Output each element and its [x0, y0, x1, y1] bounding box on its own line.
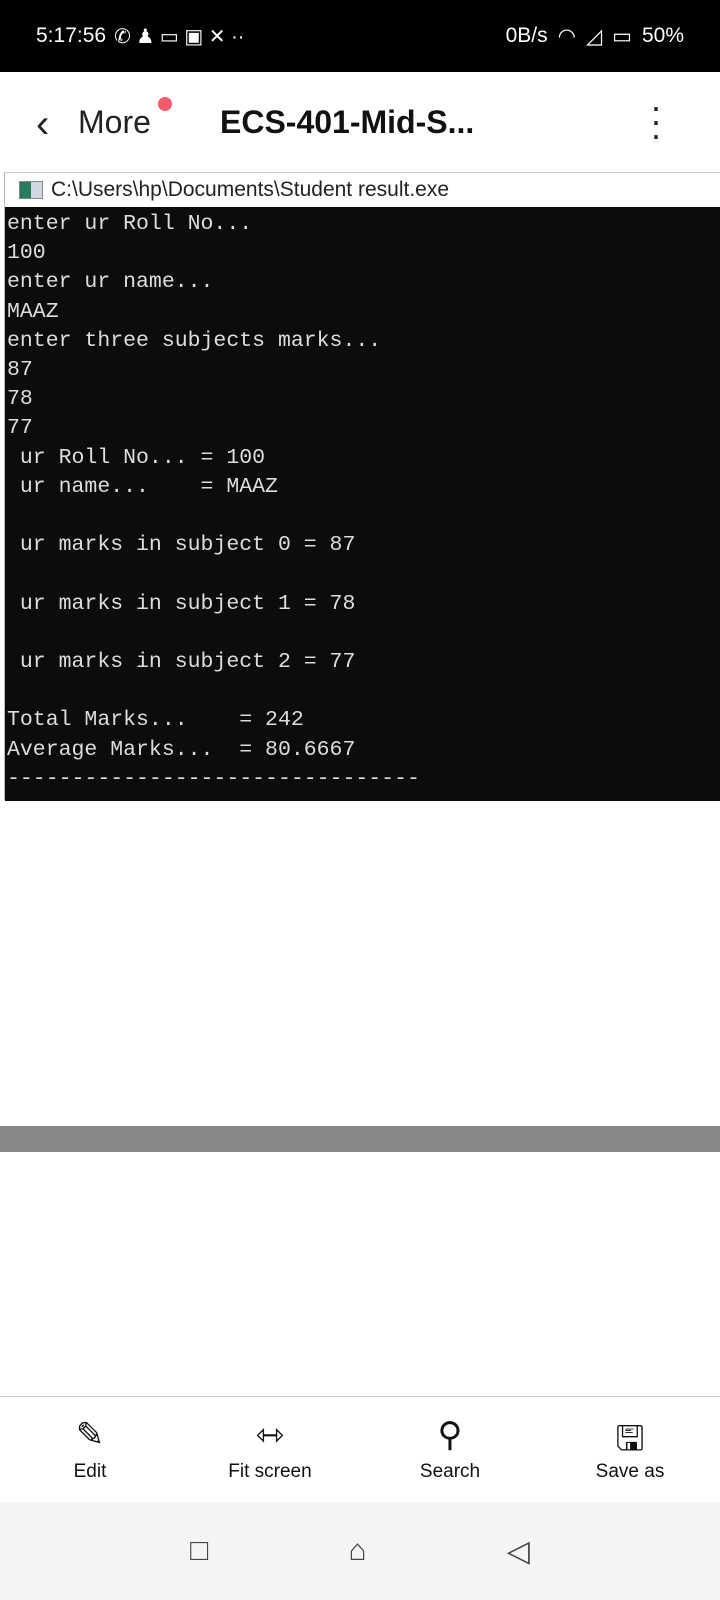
clock: 5:17:56 [36, 24, 107, 47]
console-line: MAAZ [7, 299, 59, 324]
search-label: Search [419, 1461, 481, 1482]
edit-button[interactable]: ✎ Edit [0, 1397, 180, 1500]
fit-screen-label: Fit screen [228, 1461, 312, 1482]
signal-icon: ◿ [585, 24, 603, 48]
console-line: -------------------------------- [7, 766, 420, 791]
edit-label: Edit [73, 1461, 107, 1482]
recents-button[interactable]: □ [190, 1534, 208, 1568]
status-bar: 5:17:56 ✆ ♟ ▭ ▣ ✕ ·· 0B/s ◠ ◿ ▭ 50% [0, 0, 720, 72]
console-line: enter three subjects marks... [7, 328, 382, 353]
console-line: ur marks in subject 2 = 77 [7, 650, 356, 674]
window-titlebar: C:\Users\hp\Documents\Student result.exe [5, 172, 720, 207]
save-as-label: Save as [595, 1461, 665, 1482]
back-button[interactable]: More [78, 104, 151, 141]
network-speed: 0B/s [505, 24, 548, 47]
console-line: Total Marks... = 242 [7, 708, 304, 733]
console-line: 78 [7, 387, 33, 412]
notification-dot [158, 97, 172, 111]
system-nav-bar: □ ⌂ ◁ [0, 1502, 720, 1600]
wifi-icon: ◠ [557, 24, 576, 48]
console-output: enter ur Roll No... 100 enter ur name... MA… [5, 207, 720, 801]
document-image: C:\Users\hp\Documents\Student result.exe… [4, 172, 720, 801]
more-options-icon[interactable]: · · · [650, 89, 662, 153]
home-button[interactable]: ⌂ [348, 1534, 366, 1568]
search-icon: ⚲ [437, 1416, 463, 1454]
console-line: enter ur name... [7, 270, 214, 295]
console-line: 87 [7, 358, 33, 383]
search-button[interactable]: ⚲ Search [360, 1397, 540, 1500]
app-bar: ‹ More ECS-401-Mid-S... · · · [0, 72, 720, 172]
console-line: Average Marks... = 80.6667 [7, 737, 356, 762]
console-line: 77 [7, 416, 33, 441]
back-icon[interactable]: ‹ [36, 102, 49, 147]
console-app-icon [19, 181, 43, 199]
back-nav-button[interactable]: ◁ [507, 1534, 530, 1569]
console-line: 100 [7, 241, 46, 266]
document-title: ECS-401-Mid-S... [220, 104, 475, 140]
battery-icon: ▭ [612, 24, 632, 48]
console-line: enter ur Roll No... [7, 212, 253, 236]
console-line: ur Roll No... = 100 [7, 445, 266, 470]
console-line: ur marks in subject 1 = 78 [7, 591, 356, 616]
bottom-toolbar: ✎ Edit ⇿ Fit screen ⚲ Search 🖫 Save as [0, 1396, 720, 1500]
notification-icons: ✆ ♟ ▭ ▣ ✕ ·· [114, 25, 245, 48]
edit-icon: ✎ [75, 1416, 105, 1454]
fit-screen-button[interactable]: ⇿ Fit screen [180, 1397, 360, 1500]
save-as-button[interactable]: 🖫 Save as [540, 1397, 720, 1500]
window-title: C:\Users\hp\Documents\Student result.exe [51, 178, 450, 201]
fit-screen-icon: ⇿ [255, 1416, 285, 1454]
save-icon: 🖫 [615, 1420, 645, 1458]
battery-level: 50% [641, 24, 684, 47]
page-separator [0, 1126, 720, 1152]
console-line: ur marks in subject 0 = 87 [7, 533, 356, 558]
console-line: ur name... = MAAZ [7, 474, 278, 499]
